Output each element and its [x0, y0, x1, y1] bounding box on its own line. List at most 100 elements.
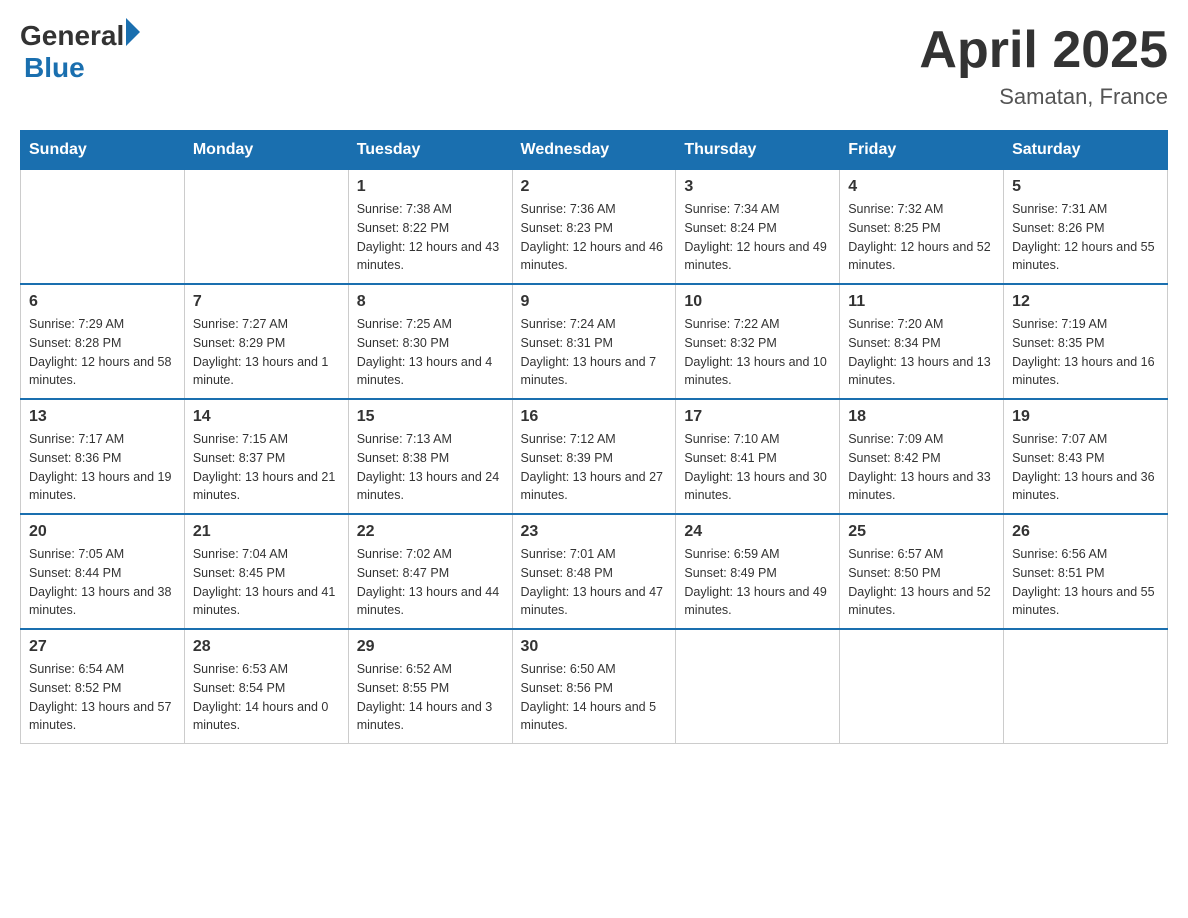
calendar-cell: 10 Sunrise: 7:22 AMSunset: 8:32 PMDayligh… — [676, 284, 840, 399]
day-info: Sunrise: 6:59 AMSunset: 8:49 PMDaylight:… — [684, 545, 831, 620]
day-number: 9 — [521, 293, 668, 311]
day-info: Sunrise: 7:38 AMSunset: 8:22 PMDaylight:… — [357, 200, 504, 275]
logo: General Blue — [20, 20, 140, 84]
day-number: 17 — [684, 408, 831, 426]
day-info: Sunrise: 7:17 AMSunset: 8:36 PMDaylight:… — [29, 430, 176, 505]
day-info: Sunrise: 7:05 AMSunset: 8:44 PMDaylight:… — [29, 545, 176, 620]
calendar-subtitle: Samatan, France — [919, 84, 1168, 110]
day-info: Sunrise: 6:57 AMSunset: 8:50 PMDaylight:… — [848, 545, 995, 620]
calendar-title: April 2025 — [919, 20, 1168, 80]
day-info: Sunrise: 7:25 AMSunset: 8:30 PMDaylight:… — [357, 315, 504, 390]
day-info: Sunrise: 7:07 AMSunset: 8:43 PMDaylight:… — [1012, 430, 1159, 505]
day-number: 14 — [193, 408, 340, 426]
calendar-cell: 18 Sunrise: 7:09 AMSunset: 8:42 PMDayligh… — [840, 399, 1004, 514]
day-number: 13 — [29, 408, 176, 426]
calendar-cell: 7 Sunrise: 7:27 AMSunset: 8:29 PMDaylight… — [184, 284, 348, 399]
calendar-cell: 12 Sunrise: 7:19 AMSunset: 8:35 PMDayligh… — [1004, 284, 1168, 399]
day-info: Sunrise: 7:22 AMSunset: 8:32 PMDaylight:… — [684, 315, 831, 390]
day-info: Sunrise: 7:12 AMSunset: 8:39 PMDaylight:… — [521, 430, 668, 505]
day-number: 23 — [521, 523, 668, 541]
calendar-cell: 9 Sunrise: 7:24 AMSunset: 8:31 PMDaylight… — [512, 284, 676, 399]
weekday-header-saturday: Saturday — [1004, 131, 1168, 170]
day-number: 25 — [848, 523, 995, 541]
calendar-cell: 25 Sunrise: 6:57 AMSunset: 8:50 PMDayligh… — [840, 514, 1004, 629]
weekday-header-friday: Friday — [840, 131, 1004, 170]
calendar-cell: 23 Sunrise: 7:01 AMSunset: 8:48 PMDayligh… — [512, 514, 676, 629]
day-info: Sunrise: 7:36 AMSunset: 8:23 PMDaylight:… — [521, 200, 668, 275]
day-number: 3 — [684, 178, 831, 196]
day-number: 21 — [193, 523, 340, 541]
weekday-header-monday: Monday — [184, 131, 348, 170]
day-info: Sunrise: 7:15 AMSunset: 8:37 PMDaylight:… — [193, 430, 340, 505]
calendar-cell: 2 Sunrise: 7:36 AMSunset: 8:23 PMDaylight… — [512, 170, 676, 285]
day-info: Sunrise: 7:31 AMSunset: 8:26 PMDaylight:… — [1012, 200, 1159, 275]
calendar-cell: 22 Sunrise: 7:02 AMSunset: 8:47 PMDayligh… — [348, 514, 512, 629]
calendar-cell: 28Sunrise: 6:53 AMSunset: 8:54 PMDayligh… — [184, 629, 348, 744]
day-number: 1 — [357, 178, 504, 196]
day-number: 29 — [357, 638, 504, 656]
day-number: 28 — [193, 638, 340, 656]
day-info: Sunrise: 6:52 AMSunset: 8:55 PMDaylight:… — [357, 660, 504, 735]
calendar-cell — [1004, 629, 1168, 744]
day-number: 27 — [29, 638, 176, 656]
day-number: 5 — [1012, 178, 1159, 196]
calendar-cell: 30Sunrise: 6:50 AMSunset: 8:56 PMDayligh… — [512, 629, 676, 744]
calendar-cell: 20 Sunrise: 7:05 AMSunset: 8:44 PMDayligh… — [21, 514, 185, 629]
calendar-cell: 14 Sunrise: 7:15 AMSunset: 8:37 PMDayligh… — [184, 399, 348, 514]
day-info: Sunrise: 6:56 AMSunset: 8:51 PMDaylight:… — [1012, 545, 1159, 620]
day-number: 18 — [848, 408, 995, 426]
logo-triangle-icon — [126, 18, 140, 46]
calendar-cell: 21 Sunrise: 7:04 AMSunset: 8:45 PMDayligh… — [184, 514, 348, 629]
logo-general: General — [20, 20, 124, 52]
day-info: Sunrise: 7:20 AMSunset: 8:34 PMDaylight:… — [848, 315, 995, 390]
day-number: 2 — [521, 178, 668, 196]
calendar-cell: 16 Sunrise: 7:12 AMSunset: 8:39 PMDayligh… — [512, 399, 676, 514]
day-info: Sunrise: 7:09 AMSunset: 8:42 PMDaylight:… — [848, 430, 995, 505]
day-info: Sunrise: 7:19 AMSunset: 8:35 PMDaylight:… — [1012, 315, 1159, 390]
calendar-cell: 26 Sunrise: 6:56 AMSunset: 8:51 PMDayligh… — [1004, 514, 1168, 629]
calendar-cell — [676, 629, 840, 744]
weekday-header-wednesday: Wednesday — [512, 131, 676, 170]
day-number: 30 — [521, 638, 668, 656]
calendar-week-row: 6 Sunrise: 7:29 AMSunset: 8:28 PMDaylight… — [21, 284, 1168, 399]
weekday-header-sunday: Sunday — [21, 131, 185, 170]
title-section: April 2025 Samatan, France — [919, 20, 1168, 110]
logo-blue: Blue — [24, 52, 140, 84]
day-number: 12 — [1012, 293, 1159, 311]
day-info: Sunrise: 7:13 AMSunset: 8:38 PMDaylight:… — [357, 430, 504, 505]
calendar-cell: 24 Sunrise: 6:59 AMSunset: 8:49 PMDayligh… — [676, 514, 840, 629]
day-number: 6 — [29, 293, 176, 311]
calendar-cell: 4Sunrise: 7:32 AMSunset: 8:25 PMDaylight… — [840, 170, 1004, 285]
day-info: Sunrise: 7:02 AMSunset: 8:47 PMDaylight:… — [357, 545, 504, 620]
page-header: General Blue April 2025 Samatan, France — [20, 20, 1168, 110]
day-number: 4 — [848, 178, 995, 196]
day-number: 7 — [193, 293, 340, 311]
day-number: 11 — [848, 293, 995, 311]
calendar-cell: 13 Sunrise: 7:17 AMSunset: 8:36 PMDayligh… — [21, 399, 185, 514]
calendar-cell: 8 Sunrise: 7:25 AMSunset: 8:30 PMDaylight… — [348, 284, 512, 399]
day-info: Sunrise: 7:01 AMSunset: 8:48 PMDaylight:… — [521, 545, 668, 620]
day-info: Sunrise: 7:04 AMSunset: 8:45 PMDaylight:… — [193, 545, 340, 620]
calendar-cell: 1 Sunrise: 7:38 AMSunset: 8:22 PMDaylight… — [348, 170, 512, 285]
day-number: 20 — [29, 523, 176, 541]
day-number: 26 — [1012, 523, 1159, 541]
day-number: 22 — [357, 523, 504, 541]
day-number: 15 — [357, 408, 504, 426]
day-info: Sunrise: 7:10 AMSunset: 8:41 PMDaylight:… — [684, 430, 831, 505]
calendar-cell: 6 Sunrise: 7:29 AMSunset: 8:28 PMDaylight… — [21, 284, 185, 399]
day-info: Sunrise: 7:27 AMSunset: 8:29 PMDaylight:… — [193, 315, 340, 390]
day-info: Sunrise: 7:24 AMSunset: 8:31 PMDaylight:… — [521, 315, 668, 390]
day-number: 10 — [684, 293, 831, 311]
calendar-week-row: 1 Sunrise: 7:38 AMSunset: 8:22 PMDaylight… — [21, 170, 1168, 285]
calendar-cell: 29 Sunrise: 6:52 AMSunset: 8:55 PMDayligh… — [348, 629, 512, 744]
day-info: Sunrise: 7:29 AMSunset: 8:28 PMDaylight:… — [29, 315, 176, 390]
weekday-header-row: SundayMondayTuesdayWednesdayThursdayFrid… — [21, 131, 1168, 170]
day-number: 16 — [521, 408, 668, 426]
day-number: 8 — [357, 293, 504, 311]
day-number: 24 — [684, 523, 831, 541]
calendar-cell — [840, 629, 1004, 744]
calendar-cell: 17 Sunrise: 7:10 AMSunset: 8:41 PMDayligh… — [676, 399, 840, 514]
calendar-cell: 15 Sunrise: 7:13 AMSunset: 8:38 PMDayligh… — [348, 399, 512, 514]
calendar-cell — [21, 170, 185, 285]
calendar-table: SundayMondayTuesdayWednesdayThursdayFrid… — [20, 130, 1168, 744]
